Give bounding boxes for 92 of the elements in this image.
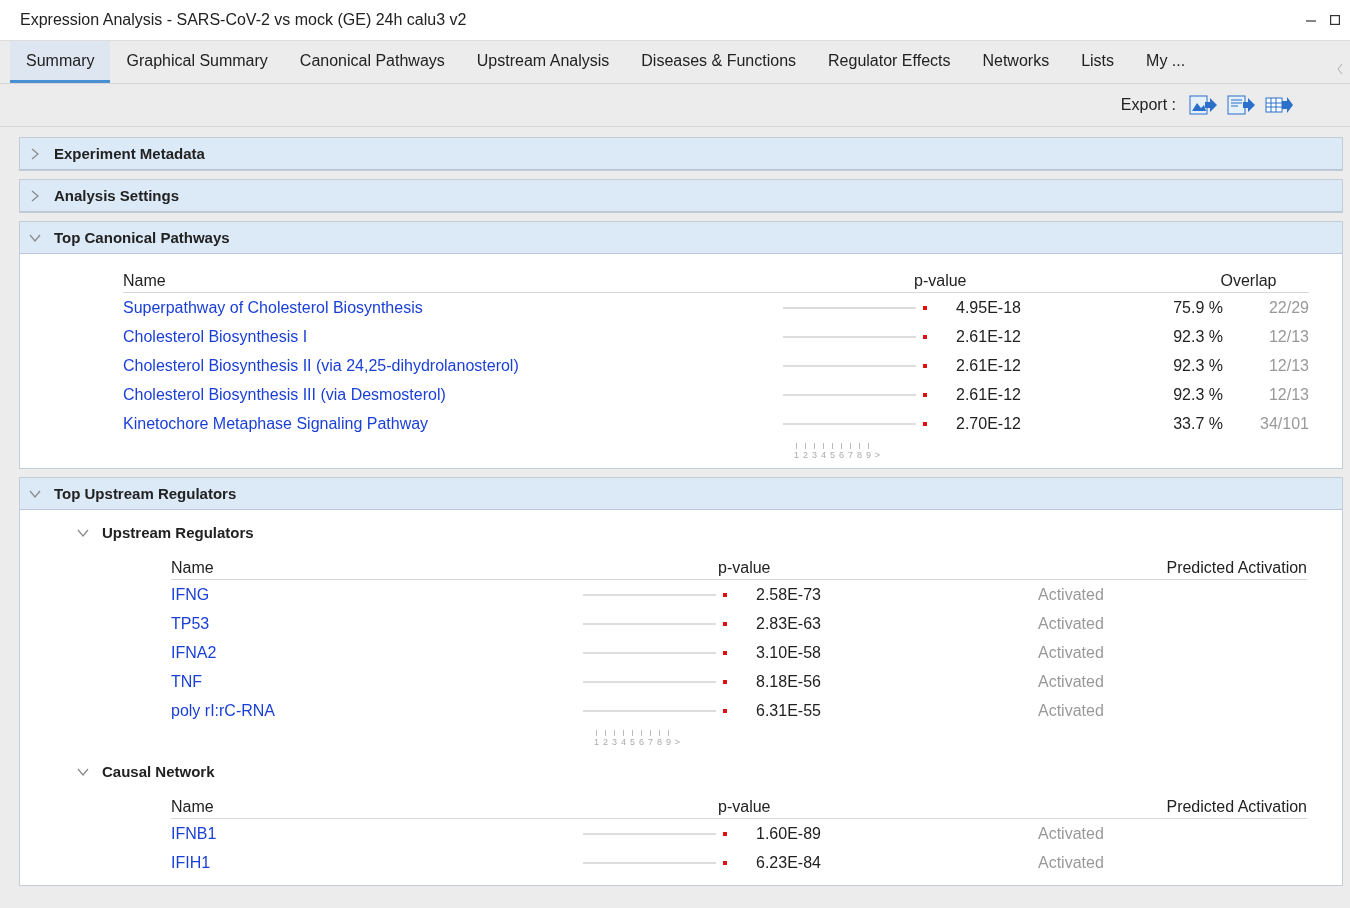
scale-label: >: [674, 737, 681, 747]
scroll-left-icon[interactable]: [1336, 63, 1344, 75]
overlap-ratio: 34/101: [1260, 414, 1309, 433]
scale-label: 9: [866, 450, 871, 460]
scale-label: 2: [603, 737, 608, 747]
section-header[interactable]: Top Canonical Pathways: [20, 222, 1342, 254]
p-value: 1.60E-89: [756, 824, 821, 843]
overlap-percent: 75.9 %: [1173, 298, 1223, 317]
column-header: Name: [171, 794, 583, 819]
column-header: Predicted Activation: [1166, 798, 1307, 815]
regulator-link[interactable]: TP53: [171, 614, 210, 633]
activation-state: Activated: [1038, 614, 1104, 633]
column-header: Name: [171, 555, 583, 580]
export-label: Export :: [1120, 96, 1176, 114]
column-header: p-value: [914, 272, 967, 289]
column-header: Name: [123, 268, 783, 293]
p-value: 6.31E-55: [756, 701, 821, 720]
pathway-link[interactable]: Kinetochore Metaphase Signaling Pathway: [123, 414, 429, 433]
scale-label: 8: [857, 450, 862, 460]
regulator-link[interactable]: IFNG: [171, 585, 210, 604]
p-value: 3.10E-58: [756, 643, 821, 662]
section-header[interactable]: Analysis Settings: [20, 180, 1342, 212]
scale-label: 3: [612, 737, 617, 747]
regulator-link[interactable]: poly rI:rC-RNA: [171, 701, 275, 720]
tab[interactable]: Upstream Analysis: [460, 41, 626, 83]
scale-label: 4: [621, 737, 626, 747]
pathway-link[interactable]: Cholesterol Biosynthesis III (via Desmosterol): [123, 385, 446, 404]
column-header: p-value: [718, 559, 771, 576]
scale-label: 3: [812, 450, 817, 460]
activation-state: Activated: [1038, 853, 1104, 872]
scale-label: 9: [666, 737, 671, 747]
scale-label: 4: [821, 450, 826, 460]
scale-label: 2: [803, 450, 808, 460]
regulator-link[interactable]: IFNA2: [171, 643, 217, 662]
column-header: Overlap: [1220, 272, 1277, 289]
activation-state: Activated: [1038, 701, 1104, 720]
scale-label: 6: [839, 450, 844, 460]
maximize-icon[interactable]: [1330, 15, 1340, 25]
regulator-link[interactable]: IFIH1: [171, 853, 211, 872]
scale-label: 5: [830, 450, 835, 460]
overlap-ratio: 12/13: [1268, 356, 1309, 375]
p-value: 8.18E-56: [756, 672, 821, 691]
section-header[interactable]: Experiment Metadata: [20, 138, 1342, 170]
overlap-percent: 92.3 %: [1173, 356, 1223, 375]
window-title: Expression Analysis - SARS-CoV-2 vs mock (GE) 24h calu3 v2: [20, 11, 467, 29]
tab[interactable]: Diseases & Functions: [625, 41, 813, 83]
regulator-link[interactable]: IFNB1: [171, 824, 217, 843]
activation-state: Activated: [1038, 643, 1104, 662]
column-header: Predicted Activation: [1166, 559, 1307, 576]
scale-label: 6: [639, 737, 644, 747]
activation-state: Activated: [1038, 824, 1104, 843]
scale-label: 1: [794, 450, 799, 460]
tab[interactable]: Regulator Effects: [812, 41, 967, 83]
image-export-icon[interactable]: [1188, 94, 1218, 116]
scale-label: 5: [630, 737, 635, 747]
overlap-percent: 33.7 %: [1173, 414, 1223, 433]
column-header: p-value: [718, 798, 771, 815]
scale-label: >: [874, 450, 881, 460]
pathway-link[interactable]: Superpathway of Cholesterol Biosynthesis: [123, 298, 423, 317]
overlap-ratio: 12/13: [1268, 327, 1309, 346]
tab[interactable]: Graphical Summary: [110, 41, 284, 83]
overlap-percent: 92.3 %: [1173, 327, 1223, 346]
pathway-link[interactable]: Cholesterol Biosynthesis II (via 24,25-dihydrolanosterol): [123, 356, 519, 375]
p-value: 2.61E-12: [956, 356, 1021, 375]
tab[interactable]: My ...: [1130, 41, 1202, 83]
section-header[interactable]: Top Upstream Regulators: [20, 478, 1342, 510]
tab[interactable]: Networks: [966, 41, 1066, 83]
tab[interactable]: Canonical Pathways: [283, 41, 461, 83]
pdf-export-icon[interactable]: [1226, 94, 1256, 116]
scale-label: 1: [594, 737, 599, 747]
overlap-percent: 92.3 %: [1173, 385, 1223, 404]
p-value: 4.95E-18: [956, 298, 1021, 317]
subsection-header[interactable]: Upstream Regulators: [20, 524, 1342, 555]
scale-label: 8: [657, 737, 662, 747]
p-value: 2.70E-12: [956, 414, 1021, 433]
p-value: 2.58E-73: [756, 585, 821, 604]
p-value: 2.61E-12: [956, 385, 1021, 404]
regulator-link[interactable]: TNF: [171, 672, 203, 691]
pathway-link[interactable]: Cholesterol Biosynthesis I: [123, 327, 308, 346]
table-export-icon[interactable]: [1264, 94, 1294, 116]
subsection-header[interactable]: Causal Network: [20, 747, 1342, 794]
tab[interactable]: Lists: [1065, 41, 1131, 83]
tab[interactable]: Summary: [10, 41, 111, 83]
overlap-ratio: 22/29: [1268, 298, 1309, 317]
p-value: 2.83E-63: [756, 614, 821, 633]
activation-state: Activated: [1038, 672, 1104, 691]
p-value: 6.23E-84: [756, 853, 821, 872]
scale-label: 7: [648, 737, 653, 747]
activation-state: Activated: [1038, 585, 1104, 604]
p-value: 2.61E-12: [956, 327, 1021, 346]
overlap-ratio: 12/13: [1268, 385, 1309, 404]
scale-label: 7: [848, 450, 853, 460]
